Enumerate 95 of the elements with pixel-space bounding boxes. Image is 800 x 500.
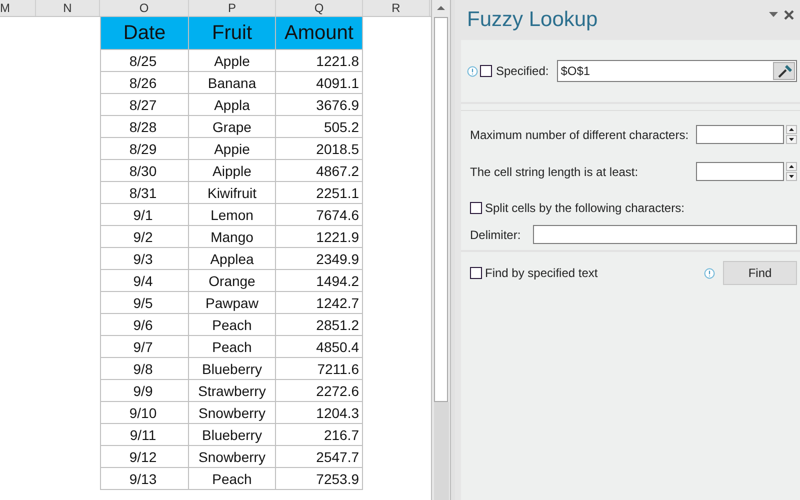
table-cell: 1494.2: [316, 272, 359, 288]
table-cell: 216.7: [324, 426, 359, 442]
table-cell: 4091.1: [316, 74, 359, 90]
column-heading: Amount: [284, 22, 354, 44]
table-cell: 7211.6: [317, 360, 359, 376]
table-cell: Pawpaw: [206, 294, 258, 310]
close-icon[interactable]: [784, 10, 794, 20]
checkbox[interactable]: [470, 267, 482, 279]
table-cell: 9/6: [133, 316, 153, 332]
field-label: Specified:: [496, 64, 549, 78]
table-cell: Lemon: [210, 206, 254, 222]
table-cell: 8/28: [129, 118, 157, 134]
table-cell: Orange: [208, 272, 256, 288]
field-label: Maximum number of different characters:: [470, 128, 689, 142]
table-cell: Aipple: [212, 162, 252, 178]
table-cell: 2851.2: [316, 316, 359, 332]
table-cell: 9/3: [133, 250, 153, 266]
dropdown-icon[interactable]: [769, 12, 778, 18]
table-cell: 8/26: [129, 74, 157, 90]
table-cell: Peach: [212, 470, 252, 486]
table-cell: 9/11: [130, 426, 156, 442]
table-cell: 4850.4: [316, 338, 359, 354]
checkbox-label: Split cells by the following characters:: [485, 201, 684, 215]
spin-down-icon[interactable]: [786, 135, 797, 144]
pane-title: Fuzzy Lookup: [467, 8, 598, 32]
table-cell: Blueberry: [202, 360, 262, 376]
table-cell: Snowberry: [198, 404, 266, 420]
table-cell: 4867.2: [316, 162, 359, 178]
field-label: Delimiter:: [470, 228, 521, 242]
table-cell: Peach: [212, 316, 252, 332]
table-cell: Apple: [214, 52, 250, 68]
delimiter-field[interactable]: [533, 225, 797, 244]
table-cell: 2349.9: [316, 250, 359, 266]
table-cell: 2272.6: [316, 382, 359, 398]
table-cell: 9/8: [133, 360, 153, 376]
table-cell: Peach: [212, 338, 252, 354]
table-cell: Snowberry: [198, 448, 266, 464]
table-cell: 505.2: [324, 118, 359, 134]
spin-up-icon[interactable]: [786, 125, 797, 134]
table-cell: Blueberry: [202, 426, 262, 442]
column-header[interactable]: P: [228, 1, 236, 15]
column-header[interactable]: O: [139, 1, 149, 15]
table-cell: 2251.1: [316, 184, 359, 200]
table-cell: 2547.7: [316, 448, 359, 464]
table-cell: 8/27: [129, 96, 157, 112]
column-header[interactable]: N: [63, 1, 72, 15]
table-cell: Appla: [214, 96, 250, 112]
find-button[interactable]: Find: [723, 261, 797, 285]
field-label: The cell string length is at least:: [470, 164, 638, 178]
table-cell: Banana: [208, 74, 256, 90]
table-cell: 8/30: [129, 162, 157, 178]
table-cell: 2018.5: [316, 140, 359, 156]
eyedropper-icon[interactable]: [773, 62, 795, 80]
table-cell: 9/10: [129, 404, 157, 420]
table-cell: 8/31: [129, 184, 157, 200]
table-cell: 1221.9: [316, 228, 359, 244]
info-icon: [467, 66, 478, 76]
info-icon: [704, 268, 715, 278]
table-cell: 9/4: [133, 272, 153, 288]
range-field[interactable]: $O$1: [556, 60, 797, 82]
table-cell: 1204.3: [316, 404, 359, 420]
scroll-bar[interactable]: [431, 0, 451, 500]
column-header[interactable]: R: [392, 1, 400, 15]
column-header[interactable]: Q: [314, 1, 324, 15]
table-cell: Appie: [214, 140, 250, 156]
table-cell: 9/9: [133, 382, 153, 398]
table-cell: 9/2: [133, 228, 153, 244]
number-field[interactable]: [696, 162, 784, 181]
table-cell: Kiwifruit: [207, 184, 256, 200]
table-cell: 1242.7: [316, 294, 359, 310]
table-cell: 8/25: [129, 52, 157, 68]
table-cell: Grape: [212, 118, 252, 134]
table-cell: Applea: [210, 250, 254, 266]
column-heading: Fruit: [212, 22, 252, 44]
number-field[interactable]: [696, 125, 784, 144]
spin-down-icon[interactable]: [786, 172, 797, 181]
table-cell: 8/29: [129, 140, 157, 156]
column-heading: Date: [123, 22, 166, 44]
table-cell: 9/7: [133, 338, 153, 354]
table-cell: Strawberry: [198, 382, 266, 398]
table-cell: 9/1: [133, 206, 153, 222]
scroll-thumb[interactable]: [434, 17, 448, 402]
checkbox-label: Find by specified text: [485, 266, 598, 280]
table-cell: 7674.6: [316, 206, 359, 222]
table-cell: 9/5: [133, 294, 153, 310]
spin-up-icon[interactable]: [786, 162, 797, 171]
checkbox[interactable]: [480, 65, 492, 77]
table-cell: 7253.9: [316, 470, 359, 486]
checkbox[interactable]: [470, 202, 482, 214]
table-cell: Mango: [210, 228, 254, 244]
column-header[interactable]: M: [0, 1, 10, 15]
table-cell: 3676.9: [316, 96, 359, 112]
table-cell: 1221.8: [316, 52, 359, 68]
table-cell: 9/13: [129, 470, 157, 486]
table-cell: 9/12: [129, 448, 157, 464]
